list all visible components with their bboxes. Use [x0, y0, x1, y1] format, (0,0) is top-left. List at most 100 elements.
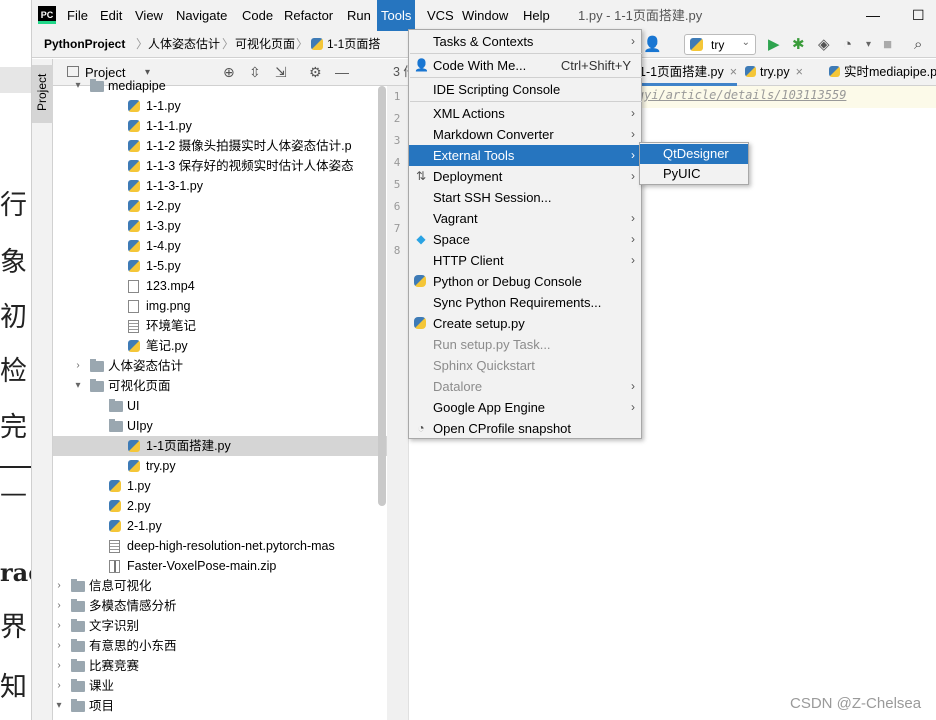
search-icon[interactable]: ⌕	[914, 36, 922, 53]
tree-file-row[interactable]: 123.mp4	[53, 276, 387, 296]
project-scrollbar[interactable]	[378, 86, 386, 506]
tree-folder-row[interactable]: ▾ mediapipe	[53, 76, 387, 96]
tree-folder-row[interactable]: › 多模态情感分析	[53, 596, 387, 616]
run-configuration-select[interactable]: try ⌄	[684, 34, 756, 55]
maximize-button[interactable]: ☐	[912, 0, 925, 31]
menu-code[interactable]: Code	[238, 0, 277, 31]
tree-folder-row[interactable]: UIpy	[53, 416, 387, 436]
breadcrumb-file[interactable]: 1-1页面搭	[327, 31, 380, 58]
tree-file-row[interactable]: img.png	[53, 296, 387, 316]
tree-file-row[interactable]: deep-high-resolution-net.pytorch-mas	[53, 536, 387, 556]
menu-refactor[interactable]: Refactor	[280, 0, 337, 31]
menu-item-code-with-me[interactable]: 👤 Code With Me... Ctrl+Shift+Y	[409, 55, 641, 76]
tree-folder-row[interactable]: › 课业	[53, 676, 387, 696]
chevron-down-icon[interactable]: ▾	[866, 36, 871, 53]
stop-icon[interactable]: ■	[883, 36, 892, 53]
tree-file-row[interactable]: 1-1.py	[53, 96, 387, 116]
tree-file-row[interactable]: 1-1-2 摄像头拍摄实时人体姿态估计.p	[53, 136, 387, 156]
menu-item-pyuic[interactable]: PyUIC	[640, 164, 748, 184]
breadcrumb-folder[interactable]: 可视化页面	[235, 31, 295, 58]
menu-item-xml-actions[interactable]: XML Actions ›	[409, 103, 641, 124]
tree-folder-row[interactable]: › 信息可视化	[53, 576, 387, 596]
tree-file-row[interactable]: 环境笔记	[53, 316, 387, 336]
tree-file-row[interactable]: 1-1-3-1.py	[53, 176, 387, 196]
menu-item-http-client[interactable]: HTTP Client ›	[409, 250, 641, 271]
menu-item-space[interactable]: ◆ Space ›	[409, 229, 641, 250]
menu-item-datalore[interactable]: Datalore ›	[409, 376, 641, 397]
tree-file-row[interactable]: 1-2.py	[53, 196, 387, 216]
code-comment-url[interactable]: xdongyi/article/details/103113559	[608, 88, 846, 102]
menu-item-tasks-contexts[interactable]: Tasks & Contexts ›	[409, 31, 641, 52]
chevron-right-icon[interactable]: ›	[53, 676, 65, 696]
menu-view[interactable]: View	[131, 0, 167, 31]
tree-file-row[interactable]: 1-1-1.py	[53, 116, 387, 136]
breadcrumb-folder[interactable]: 人体姿态估计	[148, 31, 220, 58]
tree-file-row[interactable]: 1.py	[53, 476, 387, 496]
close-icon[interactable]: ×	[796, 65, 803, 79]
tree-folder-row[interactable]: › 人体姿态估计	[53, 356, 387, 376]
menu-item-vagrant[interactable]: Vagrant ›	[409, 208, 641, 229]
tree-file-row[interactable]: 1-3.py	[53, 216, 387, 236]
menu-help[interactable]: Help	[519, 0, 554, 31]
python-file-icon	[311, 38, 323, 50]
menu-run[interactable]: Run	[343, 0, 375, 31]
tree-folder-row[interactable]: › 文字识别	[53, 616, 387, 636]
close-icon[interactable]: ×	[730, 65, 737, 79]
tree-file-row[interactable]: 1-1页面搭建.py	[53, 436, 387, 456]
profile-icon[interactable]: ◔	[843, 36, 852, 53]
tree-folder-row[interactable]: › 有意思的小东西	[53, 636, 387, 656]
menu-navigate[interactable]: Navigate	[172, 0, 231, 31]
chevron-right-icon[interactable]: ›	[53, 616, 65, 636]
menu-window[interactable]: Window	[458, 0, 512, 31]
menu-item-markdown-converter[interactable]: Markdown Converter ›	[409, 124, 641, 145]
tree-folder-row[interactable]: UI	[53, 396, 387, 416]
user-icon[interactable]: 👤	[643, 36, 662, 53]
tree-file-row[interactable]: 2-1.py	[53, 516, 387, 536]
menu-tools[interactable]: Tools	[377, 0, 416, 31]
chevron-right-icon[interactable]: ›	[53, 656, 65, 676]
chevron-right-icon[interactable]: ›	[53, 636, 65, 656]
chevron-right-icon[interactable]: ›	[72, 356, 84, 376]
run-icon[interactable]: ▶	[768, 36, 780, 53]
minimize-button[interactable]: —	[866, 0, 880, 31]
chevron-right-icon[interactable]: ›	[53, 596, 65, 616]
chevron-down-icon[interactable]: ▾	[72, 76, 84, 96]
menu-item-create-setup-py[interactable]: Create setup.py	[409, 313, 641, 334]
menu-item-python-or-debug-console[interactable]: Python or Debug Console	[409, 271, 641, 292]
project-tool-tab[interactable]: Project	[32, 65, 53, 123]
menu-item-google-app-engine[interactable]: Google App Engine ›	[409, 397, 641, 418]
menu-vcs[interactable]: VCS	[423, 0, 458, 31]
menu-item-open-cprofile-snapshot[interactable]: ◔ Open CProfile snapshot	[409, 418, 641, 439]
tree-folder-row[interactable]: ▾ 项目	[53, 696, 387, 716]
tab-try[interactable]: try.py ×	[745, 59, 803, 86]
menu-item-sync-python-requirements[interactable]: Sync Python Requirements...	[409, 292, 641, 313]
folder-icon	[71, 639, 85, 652]
breadcrumb-project[interactable]: PythonProject	[44, 31, 125, 58]
tree-file-row[interactable]: 1-1-3 保存好的视频实时估计人体姿态	[53, 156, 387, 176]
tree-folder-row[interactable]: › 比赛竞赛	[53, 656, 387, 676]
menu-item-external-tools[interactable]: External Tools ›	[409, 145, 641, 166]
tree-file-row[interactable]: 1-5.py	[53, 256, 387, 276]
menu-item-sphinx-quickstart[interactable]: Sphinx Quickstart	[409, 355, 641, 376]
chevron-right-icon[interactable]: ›	[53, 576, 65, 596]
tree-file-row[interactable]: 2.py	[53, 496, 387, 516]
tree-folder-row[interactable]: ▾ 可视化页面	[53, 376, 387, 396]
chevron-down-icon[interactable]: ▾	[72, 376, 84, 396]
menu-file[interactable]: File	[63, 0, 92, 31]
menu-item-start-ssh-session[interactable]: Start SSH Session...	[409, 187, 641, 208]
coverage-icon[interactable]: ◈	[818, 36, 830, 53]
tree-file-row[interactable]: 笔记.py	[53, 336, 387, 356]
menu-item-ide-scripting-console[interactable]: IDE Scripting Console	[409, 79, 641, 100]
tree-file-row[interactable]: 1-4.py	[53, 236, 387, 256]
debug-icon[interactable]: ✱	[792, 36, 805, 53]
menu-edit[interactable]: Edit	[96, 0, 126, 31]
tree-file-row[interactable]: Faster-VoxelPose-main.zip	[53, 556, 387, 576]
tab-1-1-page[interactable]: 1-1页面搭建.py ×	[639, 59, 738, 86]
menu-item-qtdesigner[interactable]: QtDesigner	[640, 144, 748, 164]
chevron-down-icon[interactable]: ▾	[53, 696, 65, 716]
tab-realtime-mediapipe[interactable]: 实时mediapipe.py×	[829, 59, 936, 86]
menu-item-run-setup-py-task[interactable]: Run setup.py Task...	[409, 334, 641, 355]
menu-item-deployment[interactable]: ⇅ Deployment ›	[409, 166, 641, 187]
breadcrumb-separator: 〉	[296, 37, 309, 51]
tree-file-row[interactable]: try.py	[53, 456, 387, 476]
